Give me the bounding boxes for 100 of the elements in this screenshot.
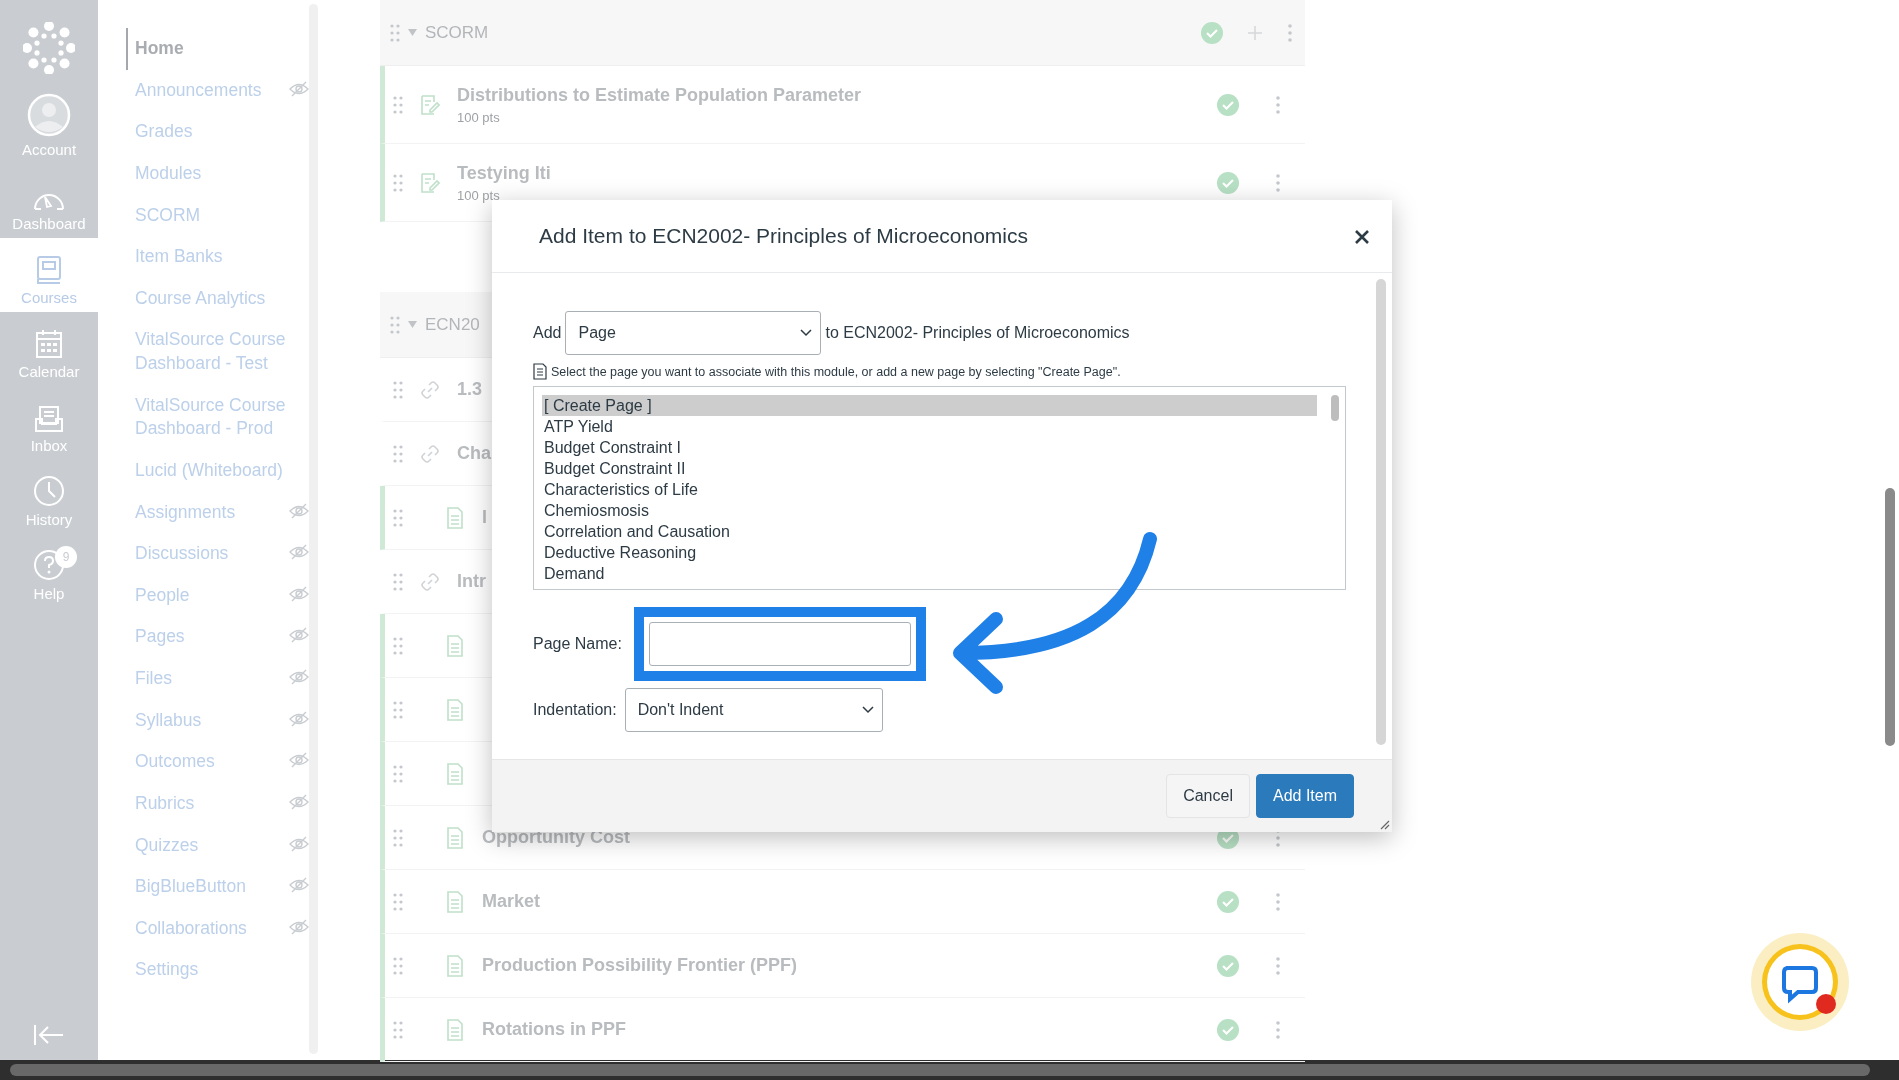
scrollbar[interactable] bbox=[309, 4, 318, 1054]
hidden-eye-icon bbox=[289, 585, 310, 602]
course-nav-link[interactable]: Rubrics bbox=[126, 782, 310, 825]
course-nav-link[interactable]: SCORM bbox=[126, 194, 310, 237]
cancel-button[interactable]: Cancel bbox=[1166, 774, 1250, 818]
item-title[interactable]: Intr bbox=[457, 571, 486, 592]
horizontal-scrollbar[interactable] bbox=[10, 1064, 1870, 1076]
item-title[interactable]: 1.3 bbox=[457, 379, 483, 400]
hidden-eye-icon bbox=[289, 669, 310, 685]
course-nav-link[interactable]: Settings bbox=[126, 949, 310, 991]
drag-handle-icon[interactable] bbox=[393, 95, 403, 114]
drag-handle-icon[interactable] bbox=[393, 444, 403, 463]
dialog-scrollbar[interactable] bbox=[1376, 279, 1386, 745]
published-check-icon[interactable] bbox=[1201, 21, 1223, 44]
course-nav-link[interactable]: Assignments bbox=[126, 491, 310, 534]
chat-widget-icon[interactable] bbox=[1750, 932, 1850, 1032]
course-nav-link[interactable]: Quizzes bbox=[126, 824, 310, 867]
drag-handle-icon[interactable] bbox=[393, 572, 403, 591]
published-check-icon[interactable] bbox=[1217, 171, 1239, 194]
page-name-field[interactable] bbox=[648, 622, 911, 666]
course-nav-link[interactable]: Outcomes bbox=[126, 741, 310, 783]
more-options-icon[interactable] bbox=[1287, 23, 1293, 42]
resize-grip-icon[interactable] bbox=[1378, 818, 1390, 830]
course-nav-link[interactable]: Syllabus bbox=[126, 699, 310, 742]
more-options-icon[interactable] bbox=[1275, 956, 1281, 975]
drag-handle-icon[interactable] bbox=[393, 508, 403, 527]
list-option[interactable]: Characteristics of Life bbox=[542, 479, 1317, 500]
course-nav-link[interactable]: Pages bbox=[126, 616, 310, 658]
course-nav-link[interactable]: Discussions bbox=[126, 533, 310, 575]
collapse-caret-icon[interactable] bbox=[408, 321, 417, 328]
dialog-title: Add Item to ECN2002- Principles of Microeconomics bbox=[539, 224, 1029, 248]
item-title[interactable]: Market bbox=[482, 891, 541, 912]
drag-handle-icon[interactable] bbox=[393, 828, 403, 847]
dropdown-caret-icon bbox=[800, 329, 813, 337]
list-option[interactable]: Chemiosmosis bbox=[542, 500, 1317, 521]
link-icon bbox=[420, 571, 440, 592]
drag-handle-icon[interactable] bbox=[393, 173, 403, 192]
collapse-icon[interactable] bbox=[33, 1024, 65, 1046]
item-title[interactable]: Distributions to Estimate Population Parameter bbox=[457, 84, 862, 106]
module-title: SCORM bbox=[425, 22, 489, 43]
drag-handle-icon[interactable] bbox=[393, 636, 403, 655]
page-icon bbox=[446, 1018, 464, 1041]
list-option[interactable]: Demand bbox=[542, 563, 1317, 584]
drag-handle-icon[interactable] bbox=[393, 700, 403, 719]
list-option[interactable]: Deductive Reasoning bbox=[542, 542, 1317, 563]
published-check-icon[interactable] bbox=[1217, 1018, 1239, 1041]
vertical-scrollbar[interactable] bbox=[1885, 488, 1895, 746]
drag-handle-icon[interactable] bbox=[393, 956, 403, 975]
listbox-scrollbar[interactable] bbox=[1331, 395, 1339, 421]
target-module-label: to ECN2002- Principles of Microeconomics bbox=[825, 324, 1130, 342]
item-type-select[interactable]: Page bbox=[565, 311, 822, 355]
list-option[interactable]: ATP Yield bbox=[542, 416, 1317, 437]
course-nav-link[interactable]: People bbox=[126, 574, 310, 617]
course-nav-link[interactable]: Announcements bbox=[126, 69, 310, 112]
plus-icon[interactable] bbox=[1247, 24, 1263, 41]
item-title[interactable]: Rotations in PPF bbox=[482, 1019, 626, 1040]
list-option[interactable]: Budget Constraint II bbox=[542, 458, 1317, 479]
global-nav-item[interactable]: Courses bbox=[0, 238, 98, 312]
item-title[interactable]: I bbox=[482, 507, 487, 528]
course-nav-link[interactable]: Grades bbox=[126, 111, 310, 153]
item-title[interactable]: Testying Iti bbox=[457, 162, 551, 184]
module-title: ECN20 bbox=[425, 314, 480, 335]
more-options-icon[interactable] bbox=[1275, 892, 1281, 911]
drag-handle-icon[interactable] bbox=[393, 380, 403, 399]
more-options-icon[interactable] bbox=[1275, 1020, 1281, 1039]
list-option[interactable]: Correlation and Causation bbox=[542, 521, 1317, 542]
page-listbox[interactable]: [ Create Page ] ATP Yield Budget Constraint I Budget Constraint II Characteristics of Life Chemiosmosis Correlation and Causation Deductive Reasoning Demand bbox=[533, 386, 1346, 590]
list-option[interactable]: Budget Constraint I bbox=[542, 437, 1317, 458]
drag-handle-icon[interactable] bbox=[393, 892, 403, 911]
item-title[interactable]: Production Possibility Frontier (PPF) bbox=[482, 955, 798, 976]
drag-handle-icon[interactable] bbox=[390, 23, 400, 42]
hidden-eye-icon bbox=[289, 877, 310, 894]
avatar-icon bbox=[27, 93, 71, 137]
course-nav-link[interactable]: Lucid (Whiteboard) bbox=[126, 449, 310, 492]
close-icon[interactable] bbox=[1354, 229, 1370, 245]
published-check-icon[interactable] bbox=[1217, 954, 1239, 977]
add-item-button[interactable]: Add Item bbox=[1255, 774, 1354, 818]
course-nav-link[interactable]: Modules bbox=[126, 152, 310, 195]
more-options-icon[interactable] bbox=[1275, 95, 1281, 114]
course-nav-link[interactable]: Collaborations bbox=[126, 907, 310, 950]
collapse-caret-icon[interactable] bbox=[408, 29, 417, 36]
drag-handle-icon[interactable] bbox=[393, 1020, 403, 1039]
course-nav-link[interactable]: Item Banks bbox=[126, 236, 310, 278]
course-nav-link[interactable]: VitalSource Course Dashboard - Test bbox=[126, 319, 310, 385]
course-nav-link[interactable]: VitalSource Course Dashboard - Prod bbox=[126, 384, 310, 450]
logo-icon[interactable] bbox=[23, 22, 75, 74]
course-nav-link[interactable]: Files bbox=[126, 658, 310, 700]
list-option[interactable]: [ Create Page ] bbox=[542, 395, 1317, 416]
points-label: 100 pts bbox=[457, 109, 501, 125]
published-check-icon[interactable] bbox=[1217, 890, 1239, 913]
item-title[interactable]: Cha bbox=[457, 443, 491, 464]
more-options-icon[interactable] bbox=[1275, 173, 1281, 192]
indentation-select[interactable]: Don't Indent bbox=[624, 688, 883, 732]
published-check-icon[interactable] bbox=[1217, 93, 1239, 116]
course-nav-link[interactable]: Course Analytics bbox=[126, 277, 310, 320]
hidden-eye-icon bbox=[289, 544, 310, 561]
course-nav-link[interactable]: BigBlueButton bbox=[126, 866, 310, 908]
drag-handle-icon[interactable] bbox=[393, 764, 403, 783]
page-icon bbox=[446, 890, 464, 913]
drag-handle-icon[interactable] bbox=[390, 315, 400, 334]
